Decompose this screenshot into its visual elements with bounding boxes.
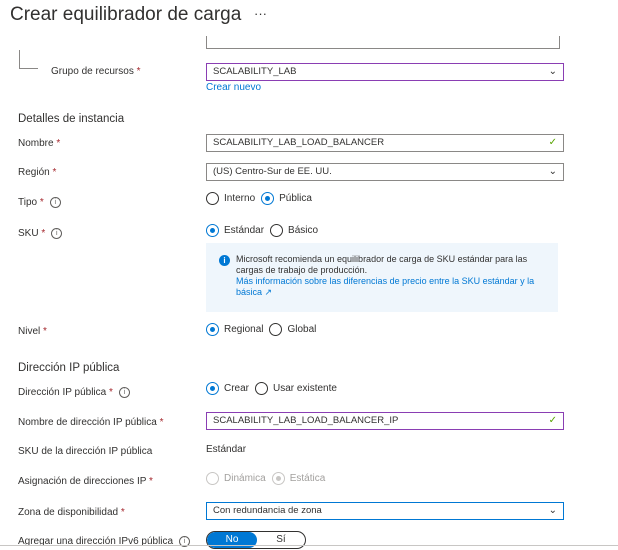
radio-regional[interactable]: Regional [206, 323, 263, 336]
radio-dinamica: Dinámica [206, 472, 266, 485]
type-label: Tipo * i [18, 197, 61, 208]
public-ip-sku-label: SKU de la dirección IP pública [18, 446, 153, 457]
name-input[interactable]: SCALABILITY_LAB_LOAD_BALANCER ✓ [206, 134, 564, 152]
public-ip-name-label: Nombre de dirección IP pública * [18, 417, 164, 428]
radio-label: Básico [288, 225, 319, 236]
public-ip-sku-value: Estándar [206, 444, 247, 455]
label-text: Región [18, 167, 50, 178]
radio-basico[interactable]: Básico [270, 224, 318, 237]
input-value: SCALABILITY_LAB_LOAD_BALANCER [213, 137, 385, 148]
label-text: SKU [18, 228, 39, 240]
input-value: SCALABILITY_LAB_LOAD_BALANCER_IP [213, 415, 399, 426]
label-text: Tipo [18, 197, 38, 209]
sku-label: SKU * i [18, 228, 63, 240]
public-ip-name-input[interactable]: SCALABILITY_LAB_LOAD_BALANCER_IP ✓ [206, 412, 564, 430]
label-text: Nivel [18, 326, 41, 337]
radio-label: Dinámica [224, 473, 266, 484]
radio-global[interactable]: Global [269, 323, 316, 336]
label-text: Zona de disponibilidad [18, 507, 119, 518]
radio-label: Estándar [224, 225, 265, 236]
radio-label: Global [287, 324, 317, 335]
pricing-link[interactable]: Más información sobre las diferencias de… [236, 276, 534, 297]
region-select[interactable]: (US) Centro-Sur de EE. UU. ⌄ [206, 163, 564, 181]
zone-label: Zona de disponibilidad * [18, 507, 125, 518]
more-options-button[interactable]: ··· [254, 6, 267, 21]
resource-group-select[interactable]: SCALABILITY_LAB ⌄ [206, 63, 564, 81]
tier-label: Nivel * [18, 326, 47, 337]
tier-radio-group: Regional Global [206, 323, 322, 336]
select-value: SCALABILITY_LAB [213, 66, 297, 77]
zone-select[interactable]: Con redundancia de zona ⌄ [206, 502, 564, 520]
assignment-label: Asignación de direcciones IP * [18, 476, 153, 487]
name-label: Nombre * [18, 138, 61, 149]
create-new-link[interactable]: Crear nuevo [206, 82, 261, 93]
assignment-radio-group: Dinámica Estática [206, 472, 331, 485]
radio-label: Regional [224, 324, 264, 335]
label-text: Dirección IP pública [18, 387, 107, 399]
label-text: Asignación de direcciones IP [18, 476, 147, 487]
resource-group-label: Grupo de recursos * [51, 66, 141, 77]
radio-label: Crear [224, 383, 250, 394]
radio-interno[interactable]: Interno [206, 192, 255, 205]
external-link-icon: ↗ [264, 287, 273, 297]
subscription-input[interactable] [206, 36, 560, 49]
check-icon: ✓ [548, 415, 557, 426]
chevron-down-icon: ⌄ [548, 66, 557, 77]
chevron-down-icon: ⌄ [548, 166, 557, 177]
instance-heading: Detalles de instancia [18, 113, 125, 125]
select-value: (US) Centro-Sur de EE. UU. [213, 166, 332, 177]
sku-radio-group: Estándar Básico [206, 224, 324, 237]
label-text: Grupo de recursos [51, 66, 134, 77]
radio-crear[interactable]: Crear [206, 382, 249, 395]
label-text: Nombre de dirección IP pública [18, 417, 157, 428]
page-title: Crear equilibrador de carga [10, 4, 242, 25]
region-label: Región * [18, 167, 57, 178]
info-banner: i Microsoft recomienda un equilibrador d… [206, 243, 558, 312]
radio-label: Estática [289, 473, 326, 484]
public-ip-radio-group: Crear Usar existente [206, 382, 343, 395]
type-radio-group: Interno Pública [206, 192, 318, 205]
info-icon[interactable]: i [51, 228, 63, 239]
radio-label: Usar existente [273, 383, 337, 394]
radio-estandar[interactable]: Estándar [206, 224, 264, 237]
tree-connector [19, 50, 38, 69]
chevron-down-icon: ⌄ [548, 505, 557, 516]
info-text: Microsoft recomienda un equilibrador de … [236, 254, 528, 275]
radio-usar-existente[interactable]: Usar existente [255, 382, 337, 395]
radio-label: Pública [279, 193, 312, 204]
radio-publica[interactable]: Pública [261, 192, 312, 205]
info-icon[interactable]: i [49, 197, 61, 208]
info-filled-icon: i [219, 255, 230, 266]
check-icon: ✓ [548, 137, 557, 148]
select-value: Con redundancia de zona [213, 505, 322, 516]
info-icon[interactable]: i [118, 387, 130, 398]
label-text: Nombre [18, 138, 54, 149]
public-ip-heading: Dirección IP pública [18, 362, 120, 374]
bottom-divider [0, 545, 618, 546]
radio-label: Interno [224, 193, 256, 204]
ipv6-toggle[interactable]: No Sí [206, 531, 306, 549]
radio-estatica: Estática [271, 472, 326, 485]
public-ip-label: Dirección IP pública * i [18, 387, 130, 398]
